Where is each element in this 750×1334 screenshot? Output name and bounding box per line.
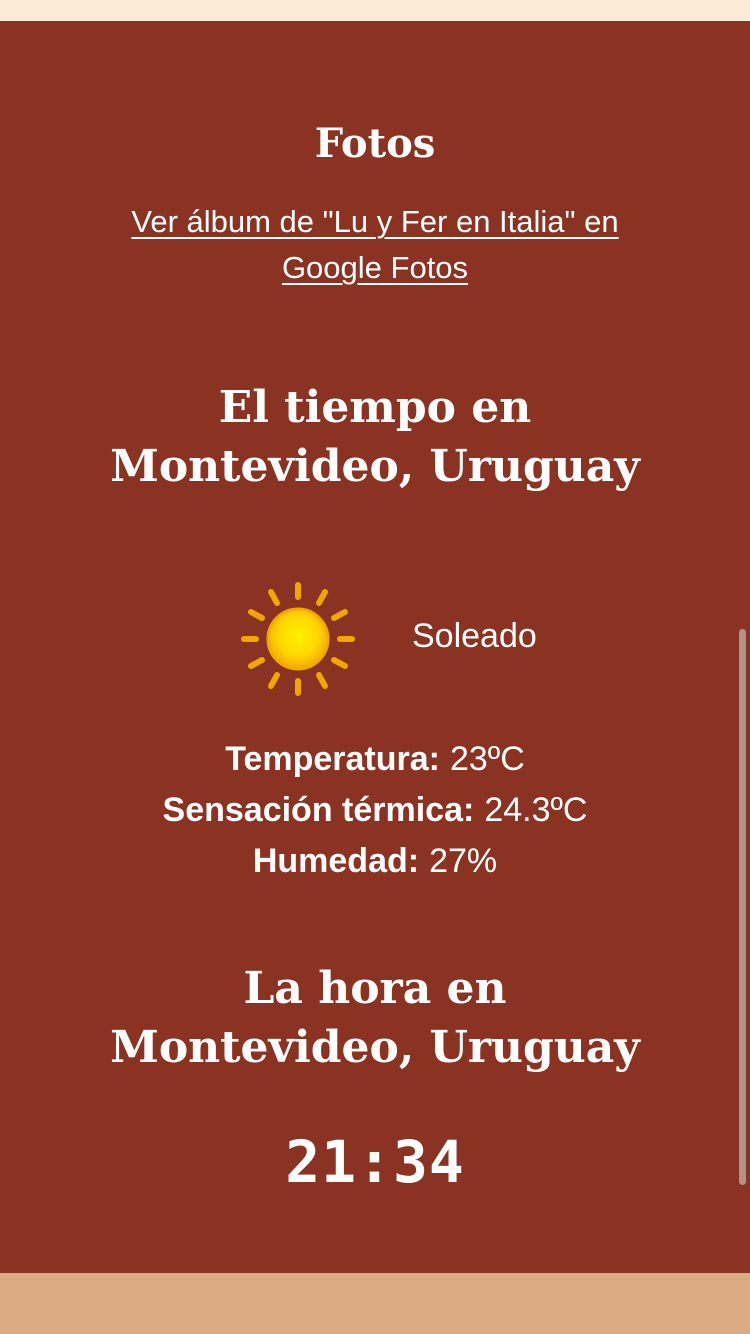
- main-panel: Fotos Ver álbum de "Lu y Fer en Italia" …: [0, 21, 750, 1273]
- stat-label: Temperatura:: [225, 740, 440, 778]
- photos-title: Fotos: [314, 120, 436, 167]
- weather-title: El tiempo en Montevideo, Uruguay: [110, 382, 640, 492]
- time-title: La hora en Montevideo, Uruguay: [110, 963, 640, 1073]
- google-photos-album-link[interactable]: Ver álbum de "Lu y Fer en Italia" en Goo…: [95, 199, 655, 291]
- weather-condition-row: Soleado: [0, 569, 750, 699]
- stat-value: 23ºC: [449, 740, 525, 778]
- top-band: [0, 0, 750, 21]
- stat-value: 27%: [429, 842, 498, 880]
- stat-label: Sensación térmica:: [162, 791, 475, 829]
- scrollbar[interactable]: [739, 629, 746, 1185]
- stat-temperature: Temperatura: 23ºC: [0, 734, 750, 785]
- bottom-band: [0, 1273, 750, 1334]
- clock-display: 21:34: [285, 1128, 465, 1196]
- weather-stats: Temperatura: 23ºC Sensación térmica: 24.3º…: [0, 734, 750, 887]
- weather-condition: Soleado: [412, 617, 537, 655]
- stat-label: Humedad:: [252, 842, 420, 880]
- stat-value: 24.3ºC: [484, 791, 588, 829]
- stat-humidity: Humedad: 27%: [0, 836, 750, 887]
- sun-icon: [241, 582, 355, 696]
- stat-feels-like: Sensación térmica: 24.3ºC: [0, 785, 750, 836]
